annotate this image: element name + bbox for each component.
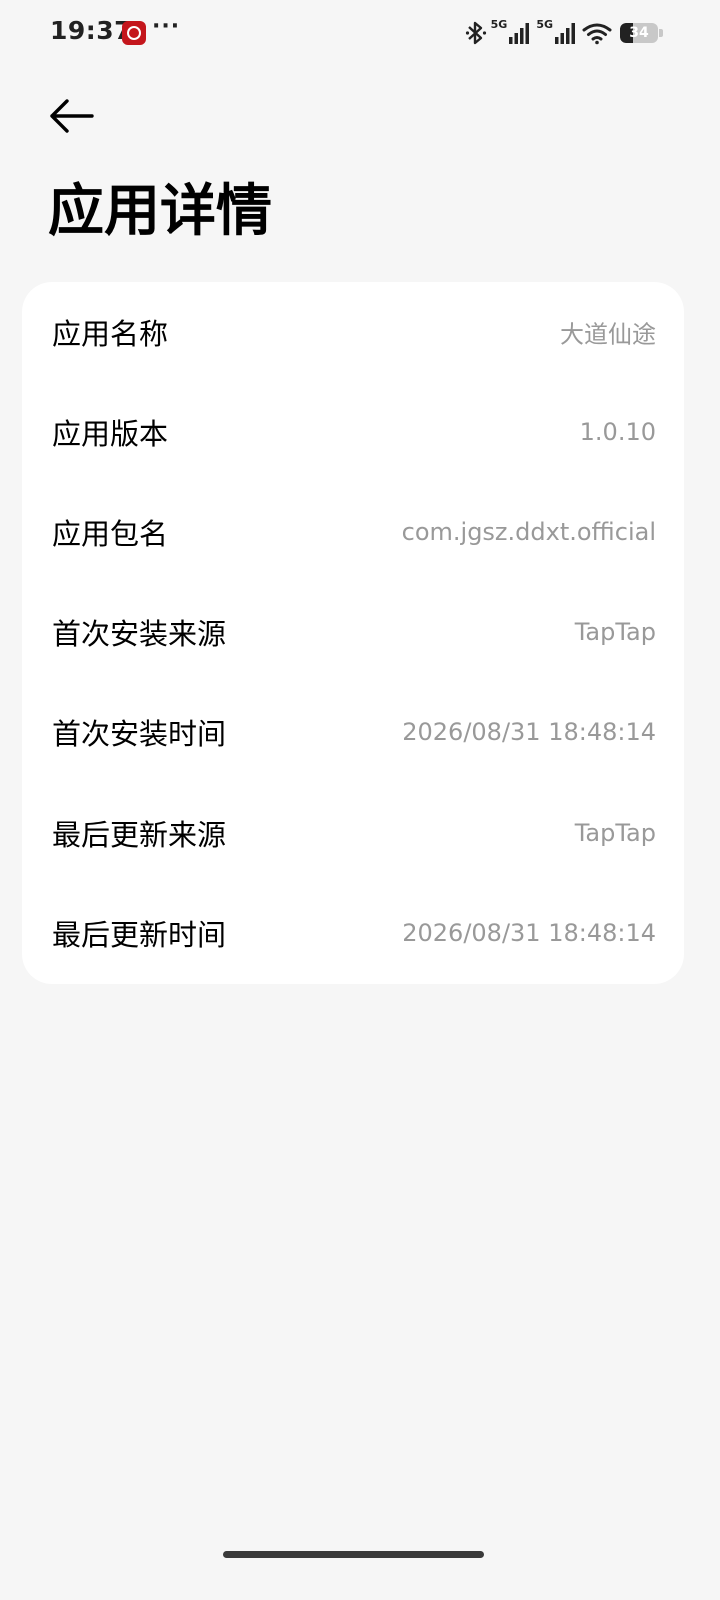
status-time: 19:37 — [50, 16, 133, 45]
cellular-signal-1-icon — [508, 21, 530, 45]
details-card: 应用名称 大道仙途 应用版本 1.0.10 应用包名 com.jgsz.ddxt… — [22, 282, 684, 984]
detail-value: TapTap — [574, 618, 656, 646]
status-icons: 5G 5G — [465, 18, 612, 48]
detail-label: 首次安装来源 — [52, 617, 227, 651]
detail-row-last-update-source[interactable]: 最后更新来源 TapTap — [22, 783, 684, 883]
battery-icon: 34 — [620, 23, 658, 43]
cellular-signal-2-icon — [554, 21, 576, 45]
detail-value: com.jgsz.ddxt.official — [401, 518, 656, 546]
detail-row-first-install-source[interactable]: 首次安装来源 TapTap — [22, 582, 684, 682]
signal-2-type: 5G — [536, 18, 553, 31]
battery-level: 34 — [629, 25, 649, 41]
back-arrow-icon — [44, 99, 100, 144]
more-notifications-icon: ··· — [152, 14, 181, 39]
signal-1-type: 5G — [490, 18, 508, 31]
detail-value: 大道仙途 — [560, 320, 656, 349]
detail-value: 1.0.10 — [579, 418, 656, 446]
home-indicator[interactable] — [223, 1551, 484, 1558]
detail-label: 最后更新时间 — [52, 918, 227, 952]
detail-row-app-name[interactable]: 应用名称 大道仙途 — [22, 282, 684, 382]
detail-label: 应用名称 — [52, 317, 169, 351]
bank-app-notification-icon — [122, 21, 146, 45]
bluetooth-icon — [465, 20, 487, 46]
detail-label: 应用包名 — [52, 517, 169, 551]
page-title: 应用详情 — [48, 179, 272, 244]
detail-row-last-update-time[interactable]: 最后更新时间 2026/08/31 18:48:14 — [22, 883, 684, 983]
detail-row-first-install-time[interactable]: 首次安装时间 2026/08/31 18:48:14 — [22, 682, 684, 782]
detail-value: TapTap — [574, 819, 656, 847]
detail-value: 2026/08/31 18:48:14 — [402, 919, 656, 947]
detail-label: 应用版本 — [52, 417, 169, 451]
back-button[interactable] — [44, 92, 100, 140]
battery-tip — [659, 29, 663, 37]
detail-row-package-name[interactable]: 应用包名 com.jgsz.ddxt.official — [22, 482, 684, 582]
status-bar: 19:37 ··· 5G 5G 34 — [0, 0, 720, 68]
wifi-icon — [582, 21, 612, 45]
detail-label: 最后更新来源 — [52, 818, 227, 852]
detail-value: 2026/08/31 18:48:14 — [402, 718, 656, 746]
detail-label: 首次安装时间 — [52, 717, 227, 751]
detail-row-app-version[interactable]: 应用版本 1.0.10 — [22, 382, 684, 482]
